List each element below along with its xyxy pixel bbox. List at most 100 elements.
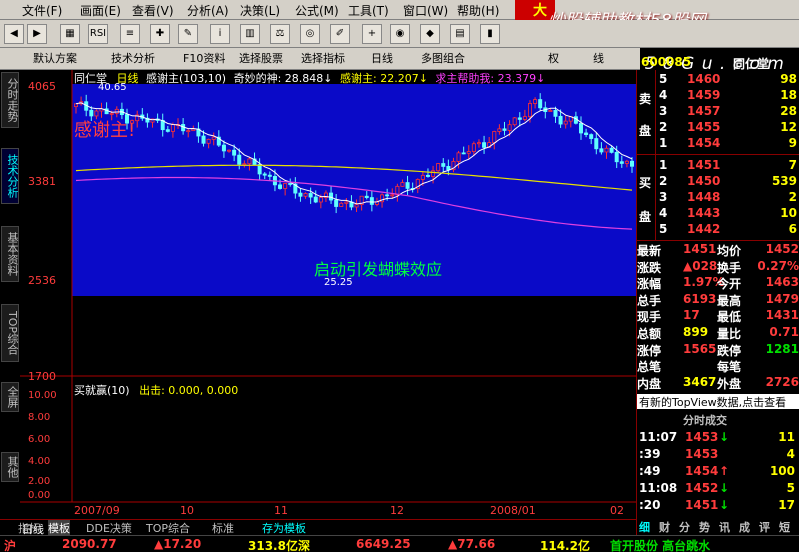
menu-formula[interactable]: 公式(M) [295, 2, 339, 19]
ask-volume: 98 [780, 72, 797, 86]
stat-label: 今开 [717, 277, 742, 292]
market-label: 沪 [4, 539, 17, 552]
menu-view[interactable]: 画面(E) [80, 2, 121, 19]
bid-label-1: 买 [639, 176, 652, 190]
tab-standard[interactable]: 标准 [212, 520, 234, 536]
tab-template[interactable]: 模板 [48, 520, 70, 536]
candle-body [364, 195, 369, 198]
candle-body [318, 197, 323, 203]
candle-body [492, 131, 497, 144]
tab-fullscreen[interactable]: 全屏 [1, 382, 19, 412]
tab-other[interactable]: 其他 [1, 452, 19, 482]
chart-header: 同仁堂 日线 感谢主(103,10) 奇妙的神: 28.848↓ 感谢主: 22… [74, 70, 545, 85]
candle-body [578, 122, 583, 134]
menu-window[interactable]: 窗口(W) [403, 2, 448, 19]
tab-top[interactable]: TOP综合 [1, 304, 19, 362]
tab-intraday[interactable]: 分时走势 [1, 72, 19, 128]
draw-icon[interactable]: ✎ [178, 24, 198, 44]
pen-icon[interactable]: ✐ [330, 24, 350, 44]
qtab-finance[interactable]: 财 [659, 519, 670, 535]
date-tick-3: 11 [274, 504, 288, 517]
kline-chart[interactable]: 同仁堂 日线 感谢主(103,10) 奇妙的神: 28.848↓ 感谢主: 22… [20, 70, 636, 520]
quote-name: 同仁堂 [733, 57, 770, 71]
rights-button[interactable]: 权 [545, 50, 562, 68]
bid-price: 1448 [687, 190, 721, 204]
multi-chart-button[interactable]: 多图组合 [418, 50, 468, 68]
candle-body [476, 142, 481, 145]
move-icon[interactable]: ✚ [150, 24, 170, 44]
candle-body [170, 124, 175, 132]
bid-level: 3 [659, 190, 668, 204]
default-scheme-button[interactable]: 默认方案 [30, 50, 80, 68]
zoom-in-icon[interactable]: + [362, 24, 382, 44]
qtab-trend[interactable]: 势 [699, 519, 710, 535]
ask-level: 4 [659, 88, 668, 102]
icon-toolbar: ◀ ▶ ▦ RSI ≡ ✚ ✎ i ▥ ⚖ ◎ ✐ + ◉ ◆ ▤ ▮ w w … [0, 20, 799, 74]
chart-icon[interactable]: ▥ [240, 24, 260, 44]
menu-lookup[interactable]: 查看(V) [132, 2, 174, 19]
info-icon[interactable]: i [210, 24, 230, 44]
candle-body [405, 182, 410, 189]
bid-volume: 2 [788, 190, 797, 204]
qtab-split[interactable]: 分 [679, 519, 690, 535]
tab-top-composite[interactable]: TOP综合 [146, 520, 190, 536]
candle-body [313, 196, 318, 203]
save-template-button[interactable]: 存为模板 [262, 520, 306, 536]
tab-dde[interactable]: DDE决策 [86, 520, 132, 536]
candle-body [242, 163, 247, 166]
select-indicator-button[interactable]: 选择指标 [298, 50, 348, 68]
grid-icon[interactable]: ▦ [60, 24, 80, 44]
menu-analysis[interactable]: 分析(A) [187, 2, 229, 19]
menu-decision[interactable]: 决策(L) [240, 2, 280, 19]
trade-time: :20 [639, 498, 661, 512]
sub-indicator-name: 买就赢(10) [74, 384, 130, 397]
candle-body [599, 148, 604, 153]
tech-analysis-button[interactable]: 技术分析 [108, 50, 158, 68]
sub-tick-2: 8.00 [28, 412, 51, 423]
select-stock-button[interactable]: 选择股票 [236, 50, 286, 68]
stat-value: 17 [683, 308, 700, 323]
topview-notice[interactable]: 有新的TopView数据,点击查看 [637, 394, 799, 409]
binocular-icon[interactable]: ◎ [300, 24, 320, 44]
back-icon[interactable]: ◀ [4, 24, 24, 44]
target-icon[interactable]: ◉ [390, 24, 410, 44]
trades-title: 分时成交 [683, 414, 727, 427]
trade-arrow: ↓ [719, 481, 730, 495]
forward-icon[interactable]: ▶ [27, 24, 47, 44]
candle-body [74, 103, 79, 107]
trade-volume: 4 [786, 447, 795, 461]
tab-indicator[interactable]: 指标 [18, 520, 40, 536]
stat-label: 均价 [717, 244, 742, 258]
list-icon[interactable]: ≡ [120, 24, 140, 44]
diamond-icon[interactable]: ◆ [420, 24, 440, 44]
tab-technical[interactable]: 技术分析 [1, 148, 19, 204]
candle-body [283, 183, 288, 189]
qtab-news[interactable]: 讯 [719, 519, 730, 535]
bid-price: 1442 [687, 222, 721, 236]
rsi-icon[interactable]: RSI [88, 24, 108, 44]
date-tick-4: 12 [390, 504, 404, 517]
qtab-detail[interactable]: 细 [639, 519, 650, 535]
qtab-review[interactable]: 评 [759, 519, 770, 535]
menu-help[interactable]: 帮助(H) [457, 2, 499, 19]
stat-label: 量比 [717, 327, 742, 341]
line-button[interactable]: 线 [590, 50, 607, 68]
table-icon[interactable]: ▤ [450, 24, 470, 44]
ask-price: 1457 [687, 104, 721, 118]
menu-file[interactable]: 文件(F) [22, 2, 62, 19]
news-ticker[interactable]: 首开股份 高台跳水 [610, 537, 710, 552]
f10-button[interactable]: F10资料 [180, 50, 228, 68]
status-bar: 沪 2090.77 ▲17.20 313.8亿深 6649.25 ▲77.66 … [0, 535, 799, 552]
bar-icon[interactable]: ▮ [480, 24, 500, 44]
tab-fundamental[interactable]: 基本资料 [1, 226, 19, 282]
date-tick-5: 2008/01 [490, 504, 536, 517]
stat-label: 换手 [717, 260, 742, 275]
period-button[interactable]: 日线 [368, 50, 396, 68]
menu-tools[interactable]: 工具(T) [348, 2, 389, 19]
stat-label: 现手 [637, 310, 662, 325]
trade-volume: 17 [778, 498, 795, 512]
qtab-trades[interactable]: 成 [739, 519, 750, 535]
scale-icon[interactable]: ⚖ [270, 24, 290, 44]
sub-tick-6: 0.00 [28, 490, 51, 501]
qtab-short[interactable]: 短 [779, 519, 790, 535]
